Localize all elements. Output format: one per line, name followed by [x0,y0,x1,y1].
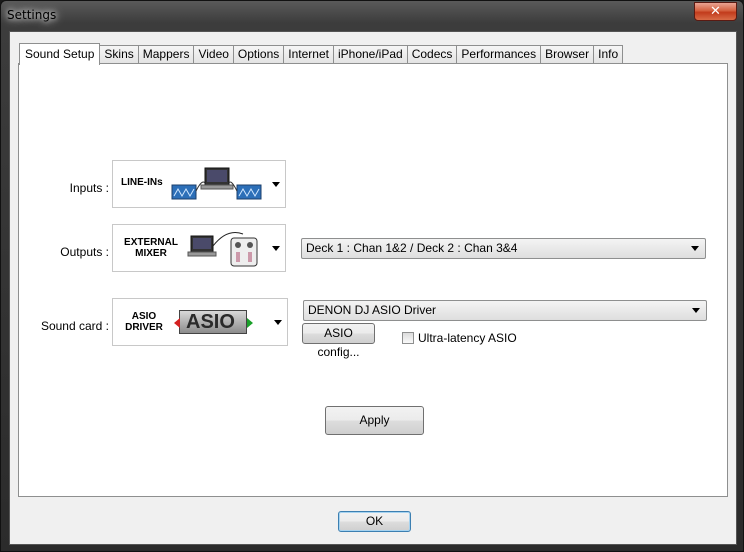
outputs-dropdown-arrow-icon [272,246,280,251]
external-mixer-illustration [187,232,258,267]
ultra-latency-checkbox[interactable] [402,332,414,344]
asio-config-button[interactable]: ASIO config... [302,323,375,359]
outputs-caption: EXTERNAL MIXER [119,237,183,259]
asio-logo: ASIO [174,310,253,334]
output-routing-value: Deck 1 : Chan 1&2 / Deck 2 : Chan 3&4 [306,241,518,255]
ok-button[interactable]: OK [338,511,411,532]
settings-window: Settings ✕ Sound Setup Skins Mappers Vid… [0,0,744,552]
sound-card-caption: ASIO DRIVER [121,311,167,333]
tab-internet[interactable]: Internet [284,45,334,64]
sound-card-caption-line2: DRIVER [125,322,163,333]
title-bar[interactable]: Settings ✕ [1,1,743,31]
dialog-client: Sound Setup Skins Mappers Video Options … [9,31,737,545]
green-arrow-icon [247,318,253,328]
inputs-selector[interactable]: LINE-INs [112,160,286,208]
apply-button[interactable]: Apply [325,406,424,435]
tab-codecs[interactable]: Codecs [407,45,458,64]
asio-driver-arrow-icon [692,308,700,313]
outputs-label: Outputs : [60,245,109,259]
sound-card-caption-line1: ASIO [131,311,157,322]
tab-browser[interactable]: Browser [541,45,595,64]
outputs-caption-line2: MIXER [135,248,167,259]
asio-driver-value: DENON DJ ASIO Driver [308,303,437,317]
output-routing-arrow-icon [691,246,699,251]
close-button[interactable]: ✕ [694,2,737,21]
outputs-caption-line1: EXTERNAL [124,237,178,248]
tab-mappers[interactable]: Mappers [138,45,195,64]
asio-driver-dropdown[interactable]: DENON DJ ASIO Driver [303,300,707,321]
line-in-illustration [171,167,262,200]
output-routing-dropdown[interactable]: Deck 1 : Chan 1&2 / Deck 2 : Chan 3&4 [301,238,706,259]
tab-performances[interactable]: Performances [457,45,542,64]
tab-video[interactable]: Video [194,45,234,64]
ultra-latency-label[interactable]: Ultra-latency ASIO [418,331,517,345]
tab-iphone-ipad[interactable]: iPhone/iPad [333,45,408,64]
sound-setup-panel: Inputs : LINE-INs Outputs : EXTERNAL MIX… [18,63,728,497]
inputs-caption: LINE-INs [121,177,163,188]
sound-card-label: Sound card : [40,319,109,333]
tab-strip: Sound Setup Skins Mappers Video Options … [19,43,624,65]
window-title: Settings [7,8,57,22]
tab-options[interactable]: Options [233,45,285,64]
asio-logo-text: ASIO [186,311,235,333]
sound-card-selector[interactable]: ASIO DRIVER ASIO [112,298,288,346]
inputs-dropdown-arrow-icon [272,182,280,187]
tab-info[interactable]: Info [594,45,624,64]
close-icon: ✕ [710,4,721,19]
inputs-label: Inputs : [69,181,109,195]
sound-card-dropdown-arrow-icon [274,320,282,325]
outputs-selector[interactable]: EXTERNAL MIXER [112,224,286,272]
tab-sound-setup[interactable]: Sound Setup [19,43,101,65]
red-arrow-icon [174,318,180,328]
tab-skins[interactable]: Skins [100,45,139,64]
